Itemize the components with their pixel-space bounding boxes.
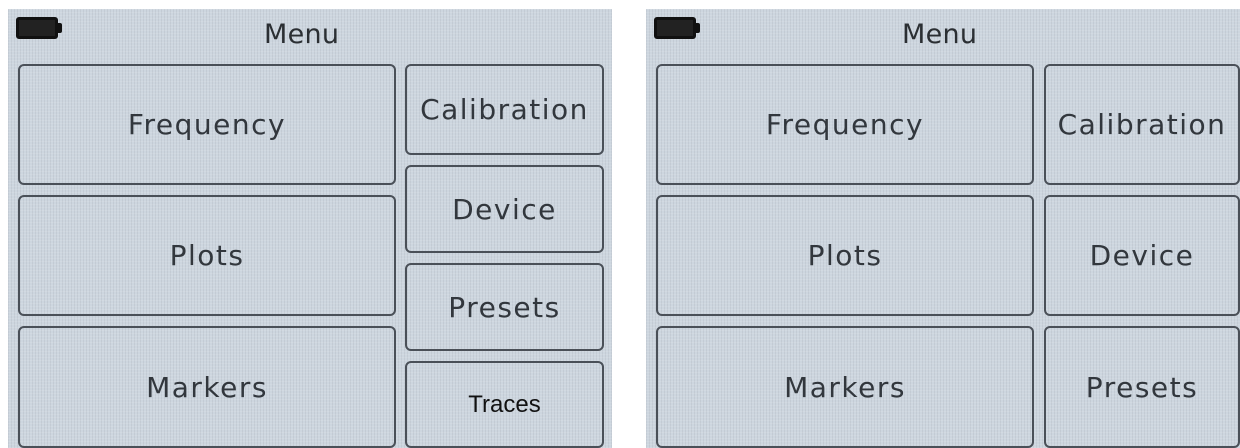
menu-title: Menu <box>264 19 340 50</box>
plots-button[interactable]: Plots <box>656 195 1034 316</box>
battery-icon <box>654 17 700 39</box>
frequency-button[interactable]: Frequency <box>18 64 396 185</box>
markers-button[interactable]: Markers <box>656 326 1034 448</box>
device-button[interactable]: Device <box>1044 195 1240 316</box>
battery-icon <box>16 17 62 39</box>
traces-button[interactable]: Traces <box>405 361 604 448</box>
title-bar: Menu <box>646 9 1240 61</box>
frequency-button[interactable]: Frequency <box>656 64 1034 185</box>
device-screen-right: Menu Frequency Plots Markers Calibration… <box>646 9 1240 448</box>
markers-button[interactable]: Markers <box>18 326 396 448</box>
calibration-button[interactable]: Calibration <box>1044 64 1240 185</box>
device-screen-left: Menu Frequency Plots Markers Calibration… <box>8 9 612 448</box>
presets-button[interactable]: Presets <box>1044 326 1240 448</box>
presets-button[interactable]: Presets <box>405 263 604 351</box>
calibration-button[interactable]: Calibration <box>405 64 604 155</box>
device-button[interactable]: Device <box>405 165 604 253</box>
title-bar: Menu <box>8 9 612 61</box>
menu-title: Menu <box>902 19 978 50</box>
plots-button[interactable]: Plots <box>18 195 396 316</box>
